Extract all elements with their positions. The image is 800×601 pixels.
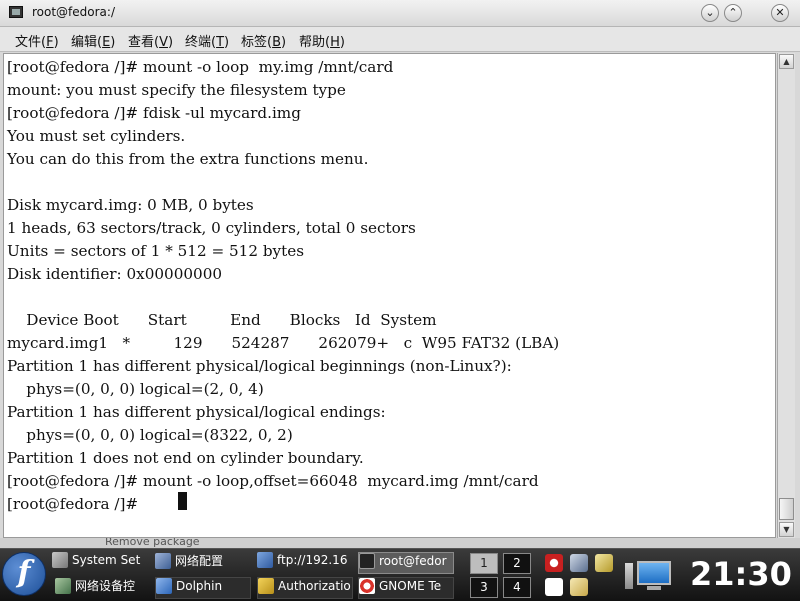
terminal-line: Disk mycard.img: 0 MB, 0 bytes: [7, 196, 254, 214]
menu-file[interactable]: 文件(F): [15, 31, 59, 50]
terminal-line: mycard.img1 * 129 524287 262079+ c W95 F…: [7, 334, 560, 352]
scroll-up-button[interactable]: ▲: [779, 54, 794, 69]
chevron-up-icon: ⌃: [728, 6, 738, 19]
clipboard-icon[interactable]: [570, 578, 588, 596]
menu-terminal[interactable]: 终端(T): [185, 31, 229, 50]
pager-desktop-1[interactable]: 1: [470, 553, 498, 574]
volume-icon[interactable]: [595, 554, 613, 572]
close-icon: ✕: [775, 6, 785, 19]
tools-icon: [52, 552, 68, 568]
terminal-area[interactable]: [root@fedora /]# mount -o loop my.img /m…: [3, 53, 776, 538]
terminal-line: Partition 1 does not end on cylinder bou…: [7, 449, 364, 467]
terminal-line: [root@fedora /]#: [7, 495, 139, 513]
terminal-line: mount: you must specify the filesystem t…: [7, 81, 346, 99]
task-network-config[interactable]: 网络配置: [155, 552, 251, 574]
terminal-line: [root@fedora /]# mount -o loop,offset=66…: [7, 472, 539, 490]
terminal-line: Units = sectors of 1 * 512 = 512 bytes: [7, 242, 305, 260]
menu-edit[interactable]: 编辑(E): [71, 31, 115, 50]
lock-icon: [258, 578, 274, 594]
dolphin-icon: [156, 578, 172, 594]
scrollbar-thumb[interactable]: [779, 498, 794, 520]
network-config-icon: [155, 552, 171, 569]
task-ftp[interactable]: ftp://192.16: [257, 552, 353, 574]
task-authorization[interactable]: Authorizatio: [257, 577, 353, 599]
terminal-line: You can do this from the extra functions…: [7, 150, 369, 168]
terminal-scrollbar[interactable]: ▲ ▼: [777, 53, 795, 538]
chevron-down-icon: ⌄: [705, 6, 715, 19]
terminal-line: [root@fedora /]# mount -o loop my.img /m…: [7, 58, 394, 76]
task-terminal-active[interactable]: root@fedor: [358, 552, 454, 574]
terminal-line: 1 heads, 63 sectors/track, 0 cylinders, …: [7, 219, 416, 237]
monitor-icon[interactable]: [625, 559, 673, 591]
menu-tabs[interactable]: 标签(B): [241, 31, 286, 50]
terminal-line: You must set cylinders.: [7, 127, 186, 145]
fedora-logo-icon[interactable]: f: [2, 552, 46, 596]
terminal-line: Device Boot Start End Blocks Id System: [7, 311, 437, 329]
text-cursor: [178, 492, 187, 510]
terminal-line: Partition 1 has different physical/logic…: [7, 357, 512, 375]
terminal-line: Disk identifier: 0x00000000: [7, 265, 223, 283]
terminal-line: [root@fedora /]# fdisk -ul mycard.img: [7, 104, 301, 122]
update-icon[interactable]: [570, 554, 588, 572]
ftp-icon: [257, 552, 273, 568]
background-window: Remove package: [0, 538, 800, 548]
minimize-button[interactable]: ⌄: [701, 4, 719, 22]
task-dolphin[interactable]: Dolphin: [155, 577, 251, 599]
terminal-line: Partition 1 has different physical/logic…: [7, 403, 386, 421]
lifebuoy-icon: [359, 578, 375, 594]
triangle-up-icon: ▲: [783, 57, 790, 66]
pager-desktop-2[interactable]: 2: [503, 553, 531, 574]
task-network-device[interactable]: 网络设备控: [55, 577, 149, 599]
window-titlebar[interactable]: root@fedora:/ ⌄ ⌃ ✕: [0, 0, 800, 27]
task-gnome-terminal[interactable]: GNOME Te: [358, 577, 454, 599]
background-window-text: Remove package: [105, 538, 200, 548]
terminal-line: phys=(0, 0, 0) logical=(8322, 0, 2): [7, 426, 293, 444]
panel-clock[interactable]: 21:30: [690, 555, 792, 593]
terminal-line: phys=(0, 0, 0) logical=(2, 0, 4): [7, 380, 264, 398]
menu-bar: 文件(F) 编辑(E) 查看(V) 终端(T) 标签(B) 帮助(H): [0, 27, 800, 52]
menu-view[interactable]: 查看(V): [128, 31, 173, 50]
menu-help[interactable]: 帮助(H): [299, 31, 345, 50]
terminal-icon: [359, 553, 375, 569]
taskbar-panel: f System Set 网络配置 ftp://192.16 root@fedo…: [0, 548, 800, 601]
scroll-down-button[interactable]: ▼: [779, 522, 794, 537]
triangle-down-icon: ▼: [783, 525, 790, 534]
pager-desktop-4[interactable]: 4: [503, 577, 531, 598]
maximize-button[interactable]: ⌃: [724, 4, 742, 22]
window-title: root@fedora:/: [32, 5, 115, 19]
network-device-icon: [55, 577, 71, 594]
task-system-settings[interactable]: System Set: [52, 552, 146, 574]
close-button[interactable]: ✕: [771, 4, 789, 22]
pager-desktop-3[interactable]: 3: [470, 577, 498, 598]
network-blocked-icon[interactable]: [545, 554, 563, 572]
terminal-icon: [9, 6, 23, 18]
blank-tray-icon[interactable]: [545, 578, 563, 596]
